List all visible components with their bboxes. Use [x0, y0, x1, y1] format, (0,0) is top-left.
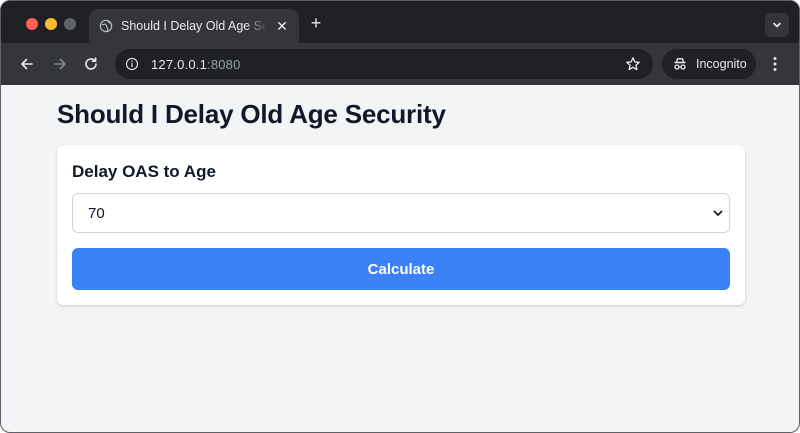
tab-close-icon[interactable]: ✕: [275, 19, 289, 33]
delay-age-label: Delay OAS to Age: [72, 162, 216, 181]
reload-icon: [85, 57, 97, 70]
url-host: 127.0.0.1: [151, 56, 208, 72]
tab-active[interactable]: Should I Delay Old Age Security ✕: [89, 9, 299, 43]
url-text: 127.0.0.1:8080: [151, 57, 241, 72]
url-port: :8080: [207, 56, 241, 72]
maximize-window-button[interactable]: [64, 18, 76, 30]
profile-label: Incognito: [696, 57, 747, 71]
delay-age-value: 70: [88, 204, 105, 222]
new-tab-button[interactable]: +: [307, 14, 325, 32]
browser-menu-button[interactable]: [766, 54, 784, 74]
profile-button[interactable]: Incognito: [662, 49, 756, 79]
back-arrow-icon: [21, 58, 33, 70]
incognito-icon: [674, 58, 686, 70]
address-bar[interactable]: 127.0.0.1:8080: [115, 49, 653, 79]
tab-search-button[interactable]: [765, 13, 789, 37]
calculate-button[interactable]: Calculate: [72, 248, 730, 290]
back-button[interactable]: [17, 54, 37, 74]
reload-button[interactable]: [81, 54, 101, 74]
page-title: Should I Delay Old Age Security: [57, 99, 446, 129]
chevron-down-icon: [713, 210, 723, 216]
calculator-card: Delay OAS to Age 70 Calculate: [57, 145, 745, 305]
forward-button[interactable]: [50, 54, 70, 74]
chevron-down-icon: [773, 22, 781, 28]
delay-age-select[interactable]: 70: [72, 193, 730, 233]
kebab-menu-icon: [773, 57, 777, 71]
info-icon[interactable]: [125, 57, 139, 71]
page-viewport: Should I Delay Old Age Security Delay OA…: [1, 85, 799, 432]
star-icon[interactable]: [625, 56, 641, 72]
tab-strip: Should I Delay Old Age Security ✕ +: [1, 1, 799, 43]
tab-title: Should I Delay Old Age Security: [121, 19, 267, 33]
globe-icon: [99, 19, 113, 33]
forward-arrow-icon: [54, 58, 66, 70]
minimize-window-button[interactable]: [45, 18, 57, 30]
browser-toolbar: 127.0.0.1:8080 Incognito: [1, 43, 799, 85]
browser-window: Should I Delay Old Age Security ✕ +: [0, 0, 800, 433]
close-window-button[interactable]: [26, 18, 38, 30]
